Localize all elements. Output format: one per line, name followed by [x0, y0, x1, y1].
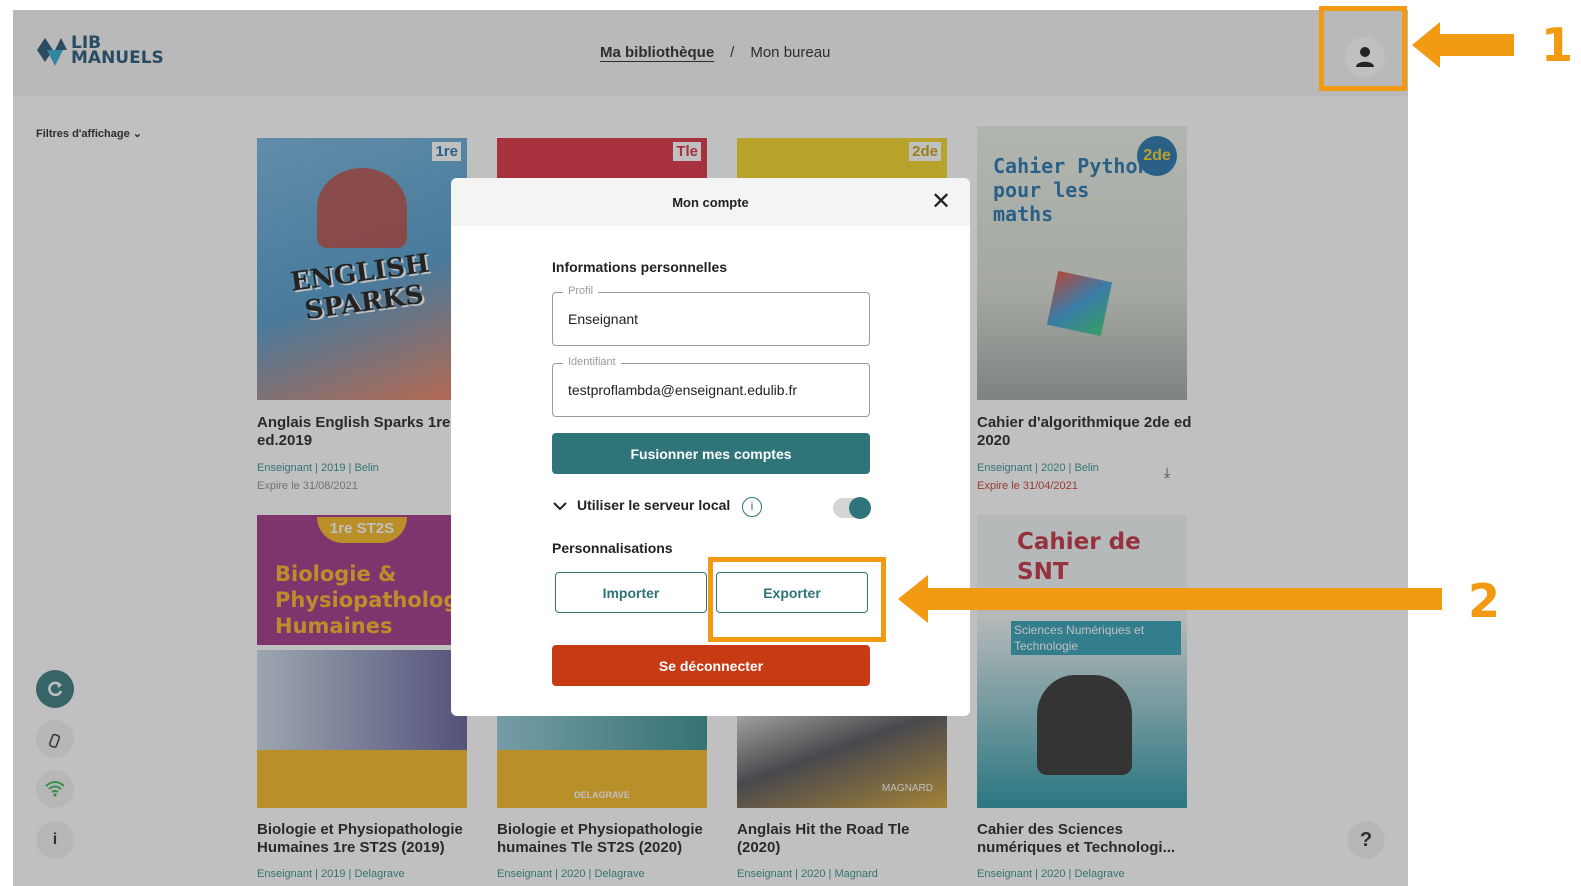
highlight-account-button [1319, 6, 1407, 91]
arrow-left-icon [1412, 22, 1514, 68]
import-button[interactable]: Importer [555, 572, 707, 613]
app-window: LIB MANUELS Ma bibliothèque / Mon bureau… [13, 10, 1408, 886]
modal-header: Mon compte ✕ [451, 178, 970, 226]
step-number-2: 2 [1468, 574, 1501, 628]
step-number-1: 1 [1541, 18, 1574, 72]
info-icon[interactable]: i [742, 497, 762, 517]
personal-info-heading: Informations personnelles [552, 259, 728, 275]
logout-button[interactable]: Se déconnecter [552, 645, 870, 686]
profile-label: Profil [563, 285, 599, 297]
local-server-row: Utiliser le serveur local i [553, 497, 873, 519]
identifier-field[interactable]: Identifiant testproflambda@enseignant.ed… [552, 356, 870, 417]
merge-accounts-button[interactable]: Fusionner mes comptes [552, 433, 870, 474]
customizations-heading: Personnalisations [552, 540, 673, 556]
profile-field[interactable]: Profil Enseignant [552, 285, 870, 346]
arrow-left-icon [898, 575, 1442, 623]
profile-value: Enseignant [568, 311, 639, 327]
local-server-toggle[interactable] [833, 497, 871, 519]
chevron-down-icon[interactable] [553, 502, 567, 512]
local-server-label: Utiliser le serveur local [577, 497, 731, 513]
modal-title: Mon compte [672, 195, 749, 210]
identifier-value: testproflambda@enseignant.edulib.fr [568, 382, 798, 398]
toggle-knob [849, 497, 871, 519]
close-icon[interactable]: ✕ [931, 190, 951, 214]
identifier-label: Identifiant [563, 356, 621, 368]
highlight-export-button [708, 557, 886, 642]
